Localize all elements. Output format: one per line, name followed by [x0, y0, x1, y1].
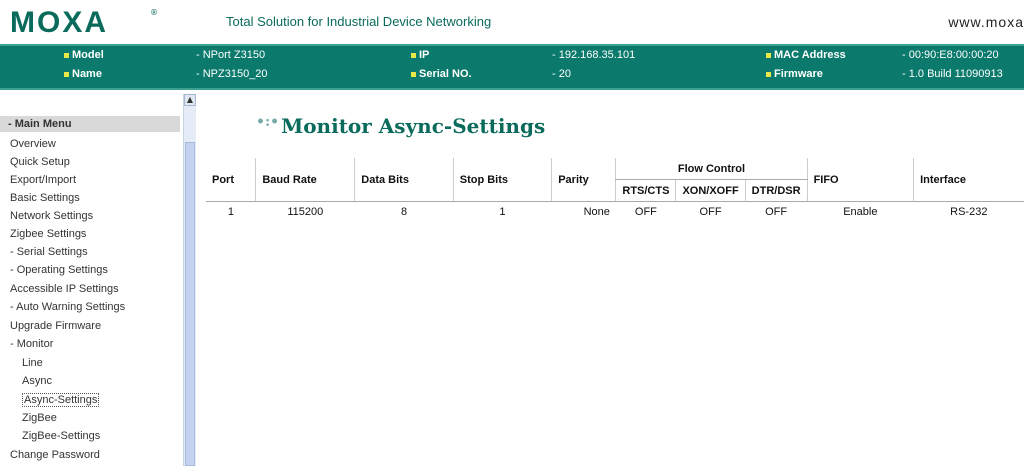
ip-value: - 192.168.35.101	[552, 49, 636, 61]
logo-text: MOXA	[10, 6, 108, 39]
col-dtr-dsr: DTR/DSR	[744, 179, 808, 202]
cell-parity: None	[583, 206, 610, 218]
mac-label: MAC Address	[766, 49, 846, 61]
cell-rts-cts: OFF	[634, 206, 657, 218]
tagline: Total Solution for Industrial Device Net…	[226, 14, 492, 29]
sidebar-item-export-import[interactable]: Export/Import	[10, 174, 76, 186]
sidebar-item-operating-settings[interactable]: - Operating Settings	[10, 264, 108, 276]
sidebar-item-change-password[interactable]: Change Password	[10, 449, 100, 461]
mac-value: - 00:90:E8:00:00:20	[902, 49, 999, 61]
sidebar-item-zigbee[interactable]: ZigBee	[22, 412, 57, 424]
sidebar-item-quick-setup[interactable]: Quick Setup	[10, 156, 70, 168]
serial-label: Serial NO.	[411, 68, 472, 80]
bullet-icon	[766, 52, 771, 58]
main-content: •:• Monitor Async-Settings Port Baud Rate…	[196, 94, 1024, 466]
cell-xon-xoff: OFF	[699, 206, 722, 218]
bullet-icon	[411, 52, 416, 58]
cell-baud-rate: 115200	[287, 206, 324, 218]
col-parity: Parity	[551, 158, 616, 202]
sidebar-item-overview[interactable]: Overview	[10, 138, 56, 150]
main-menu-heading[interactable]: - Main Menu	[0, 116, 180, 132]
sidebar-item-network-settings[interactable]: Network Settings	[10, 210, 93, 222]
cell-interface: RS-232	[950, 206, 988, 218]
website-link[interactable]: www.moxa	[948, 14, 1024, 30]
sidebar-item-monitor[interactable]: - Monitor	[10, 338, 53, 350]
col-flow-control: Flow Control	[615, 158, 808, 180]
top-header: MOXA ® Total Solution for Industrial Dev…	[0, 0, 1024, 44]
col-stop-bits: Stop Bits	[452, 158, 552, 202]
cell-fifo: Enable	[843, 206, 878, 218]
name-label: Name	[64, 68, 102, 80]
bullet-icon	[64, 71, 69, 77]
cell-port: 1	[227, 206, 234, 218]
firmware-label: Firmware	[766, 68, 823, 80]
name-value: - NPZ3150_20	[196, 68, 268, 80]
cell-dtr-dsr: OFF	[765, 206, 788, 218]
col-xon-xoff: XON/XOFF	[675, 179, 746, 202]
logo-registered-mark: ®	[150, 8, 158, 17]
scrollbar-thumb[interactable]	[185, 142, 195, 466]
sidebar-item-accessible-ip[interactable]: Accessible IP Settings	[10, 283, 119, 295]
model-label: Model	[64, 49, 104, 61]
sidebar-item-serial-settings[interactable]: - Serial Settings	[10, 246, 88, 258]
firmware-value: - 1.0 Build 11090913	[902, 68, 1003, 80]
col-rts-cts: RTS/CTS	[615, 179, 676, 202]
sidebar-item-line[interactable]: Line	[22, 357, 43, 369]
async-settings-table: Port Baud Rate Data Bits Stop Bits Parit…	[206, 158, 1024, 222]
sidebar-item-zigbee-settings-monitor[interactable]: ZigBee-Settings	[22, 430, 100, 442]
col-baud-rate: Baud Rate	[255, 158, 355, 202]
bullet-icon	[64, 52, 69, 58]
title-dots-icon: •:•	[256, 114, 280, 130]
serial-value: - 20	[552, 68, 571, 80]
sidebar-scrollbar[interactable]: ▲	[183, 94, 196, 466]
page-title: •:• Monitor Async-Settings	[256, 114, 546, 138]
bullet-icon	[411, 71, 416, 77]
cell-data-bits: 8	[400, 206, 408, 218]
sidebar-menu: - Main Menu Overview Quick Setup Export/…	[0, 94, 183, 466]
device-info-bar: Model - NPort Z3150 Name - NPZ3150_20 IP…	[0, 44, 1024, 90]
cell-stop-bits: 1	[499, 206, 506, 218]
sidebar-item-basic-settings[interactable]: Basic Settings	[10, 192, 80, 204]
sidebar-item-upgrade-firmware[interactable]: Upgrade Firmware	[10, 320, 101, 332]
moxa-logo[interactable]: MOXA ®	[0, 0, 182, 44]
sidebar-item-auto-warning[interactable]: - Auto Warning Settings	[10, 301, 125, 313]
sidebar-item-zigbee-settings[interactable]: Zigbee Settings	[10, 228, 86, 240]
sidebar-item-async[interactable]: Async	[22, 375, 52, 387]
bullet-icon	[766, 71, 771, 77]
model-value: - NPort Z3150	[196, 49, 266, 61]
table-row: 1 115200 8 1 None OFF OFF OFF Enable RS-…	[206, 202, 1024, 223]
col-data-bits: Data Bits	[354, 158, 454, 202]
scroll-up-icon[interactable]: ▲	[184, 94, 196, 106]
table-header-row: Port Baud Rate Data Bits Stop Bits Parit…	[206, 158, 1024, 202]
col-port: Port	[206, 158, 256, 202]
sidebar-item-async-settings[interactable]: Async-Settings	[22, 393, 100, 407]
col-interface: Interface	[913, 158, 1024, 202]
ip-label: IP	[411, 49, 429, 61]
col-fifo: FIFO	[806, 158, 914, 202]
